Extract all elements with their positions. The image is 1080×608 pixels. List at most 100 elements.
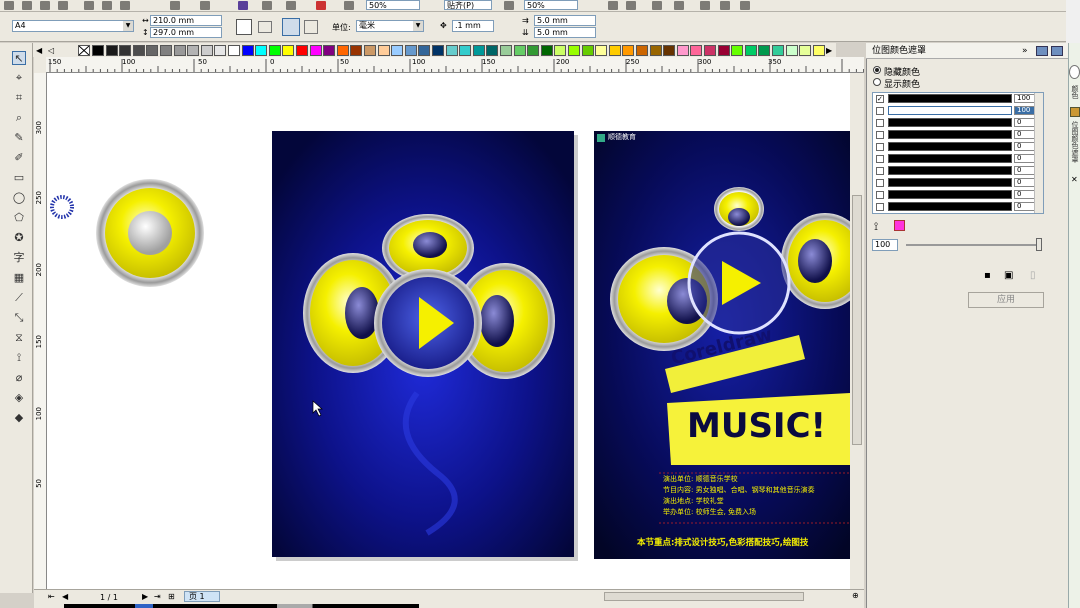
mask-color-swatch[interactable] [888,130,1012,139]
import-icon[interactable] [238,1,248,10]
vertical-scrollbar[interactable] [850,73,864,589]
color-mask-row[interactable]: 0 [874,166,1044,176]
print-icon[interactable] [58,1,68,10]
cut-icon[interactable] [84,1,94,10]
drawing-canvas[interactable]: 顺德教育 Coreldraw MUSIC! 演出单位: 顺德音乐学校 节目内容:… [47,73,850,589]
no-color-swatch[interactable] [78,45,90,56]
color-mask-checkbox[interactable] [876,203,884,211]
table-tool-icon[interactable]: ▦ [12,271,26,285]
undo-icon[interactable] [170,1,180,10]
color-mask-checkbox[interactable] [876,107,884,115]
add-page-icon[interactable]: ⊞ [168,592,175,601]
palette-swatch[interactable] [200,45,213,56]
dimension-tool-icon[interactable]: ⟋ [12,291,26,305]
docker-expand-icon[interactable]: » [1022,43,1028,59]
palette-swatch[interactable] [486,45,499,56]
palette-swatch[interactable] [785,45,798,56]
mask-tolerance-value[interactable]: 0 [1014,166,1036,175]
pick-tool-icon[interactable]: ↖ [12,51,26,65]
horizontal-scroll-thumb[interactable] [604,592,804,601]
palette-swatch[interactable] [649,45,662,56]
eyedropper-tool-icon[interactable]: ⟟ [12,351,26,365]
palette-swatch[interactable] [105,45,118,56]
connector-tool-icon[interactable]: ⤡ [12,311,26,325]
color-mask-row[interactable]: ✓ 100 [874,94,1044,104]
landscape-button[interactable] [258,21,272,33]
palette-swatch[interactable] [772,45,784,56]
color-mask-row[interactable]: 100 [874,106,1044,116]
palette-swatch[interactable] [690,45,703,56]
color-mask-checkbox[interactable] [876,119,884,127]
mask-tolerance-value[interactable]: 0 [1014,202,1036,211]
crop-tool-icon[interactable]: ⌗ [12,91,26,105]
palette-swatch[interactable] [336,45,349,56]
palette-swatch[interactable] [241,45,254,56]
color-docker-tab[interactable]: 颜色 [1070,85,1080,99]
palette-swatch[interactable] [500,45,512,56]
palette-swatch[interactable] [364,45,376,56]
color-mask-row[interactable]: 0 [874,130,1044,140]
apply-button[interactable]: 应用 [968,292,1044,308]
palette-scroll-left2-icon[interactable]: ◁ [48,46,54,55]
color-mask-row[interactable]: 0 [874,190,1044,200]
navigator-icon[interactable]: ⊕ [852,591,859,600]
palette-swatch[interactable] [309,45,322,56]
palette-swatch[interactable] [568,45,580,56]
save-icon[interactable] [40,1,50,10]
app-launcher-icon[interactable] [286,1,296,10]
palette-swatch[interactable] [513,45,526,56]
palette-scroll-left-icon[interactable]: ◀ [36,46,42,55]
palette-swatch[interactable] [472,45,485,56]
mask-color-swatch[interactable] [888,166,1012,175]
palette-swatch[interactable] [744,45,757,56]
palette-swatch[interactable] [255,45,268,56]
palette-swatch[interactable] [418,45,431,56]
mask-tolerance-value[interactable]: 0 [1014,190,1036,199]
options-icon[interactable] [504,1,514,10]
palette-swatch[interactable] [636,45,648,56]
page-prev-icon[interactable]: ◀ [62,592,68,601]
palette-swatch[interactable] [350,45,363,56]
palette-swatch[interactable] [214,45,227,56]
delete-mask-icon[interactable]: ▯ [1030,270,1036,281]
palette-swatch[interactable] [554,45,567,56]
page-tab[interactable]: 页 1 [184,591,220,602]
new-icon[interactable] [4,1,14,10]
spiky-circle-shape[interactable] [50,195,74,219]
color-mask-checkbox[interactable] [876,167,884,175]
mask-tolerance-value[interactable]: 0 [1014,178,1036,187]
docker-close-icon[interactable] [1051,46,1063,56]
nudge-distance-field[interactable]: .1 mm [452,20,494,32]
color-mask-checkbox[interactable] [876,191,884,199]
mask-tolerance-value[interactable]: 100 [1014,106,1036,115]
mask-tolerance-value[interactable]: 0 [1014,118,1036,127]
current-page-button[interactable] [304,20,318,34]
palette-swatch[interactable] [799,45,812,56]
color-mask-checkbox[interactable] [876,155,884,163]
zoom-selected-icon[interactable] [652,1,662,10]
palette-swatch[interactable] [92,45,104,56]
paste-icon[interactable] [120,1,130,10]
shape-tool-icon[interactable]: ⌖ [12,71,26,85]
ellipse-tool-icon[interactable]: ◯ [12,191,26,205]
color-mask-row[interactable]: 0 [874,142,1044,152]
palette-swatch[interactable] [296,45,308,56]
color-mask-row[interactable]: 0 [874,154,1044,164]
page-first-icon[interactable]: ⇤ [48,592,55,601]
interactive-fill-tool-icon[interactable]: ◆ [12,411,26,425]
palette-swatch[interactable] [459,45,472,56]
palette-swatch[interactable] [377,45,390,56]
units-combo[interactable]: 毫米 ▼ [356,20,424,32]
palette-swatch[interactable] [132,45,145,56]
mask-color-swatch[interactable] [888,94,1012,103]
yellow-button-center[interactable] [128,211,172,255]
zoom-out-icon[interactable] [626,1,636,10]
palette-swatch[interactable] [445,45,458,56]
palette-swatch[interactable] [608,45,621,56]
palette-swatch[interactable] [404,45,417,56]
text-tool-icon[interactable]: 字 [12,251,26,265]
tolerance-slider-track[interactable] [906,244,1042,246]
palette-swatch[interactable] [622,45,635,56]
duplicate-x-field[interactable]: 5.0 mm [534,15,596,26]
color-mask-row[interactable]: 0 [874,118,1044,128]
